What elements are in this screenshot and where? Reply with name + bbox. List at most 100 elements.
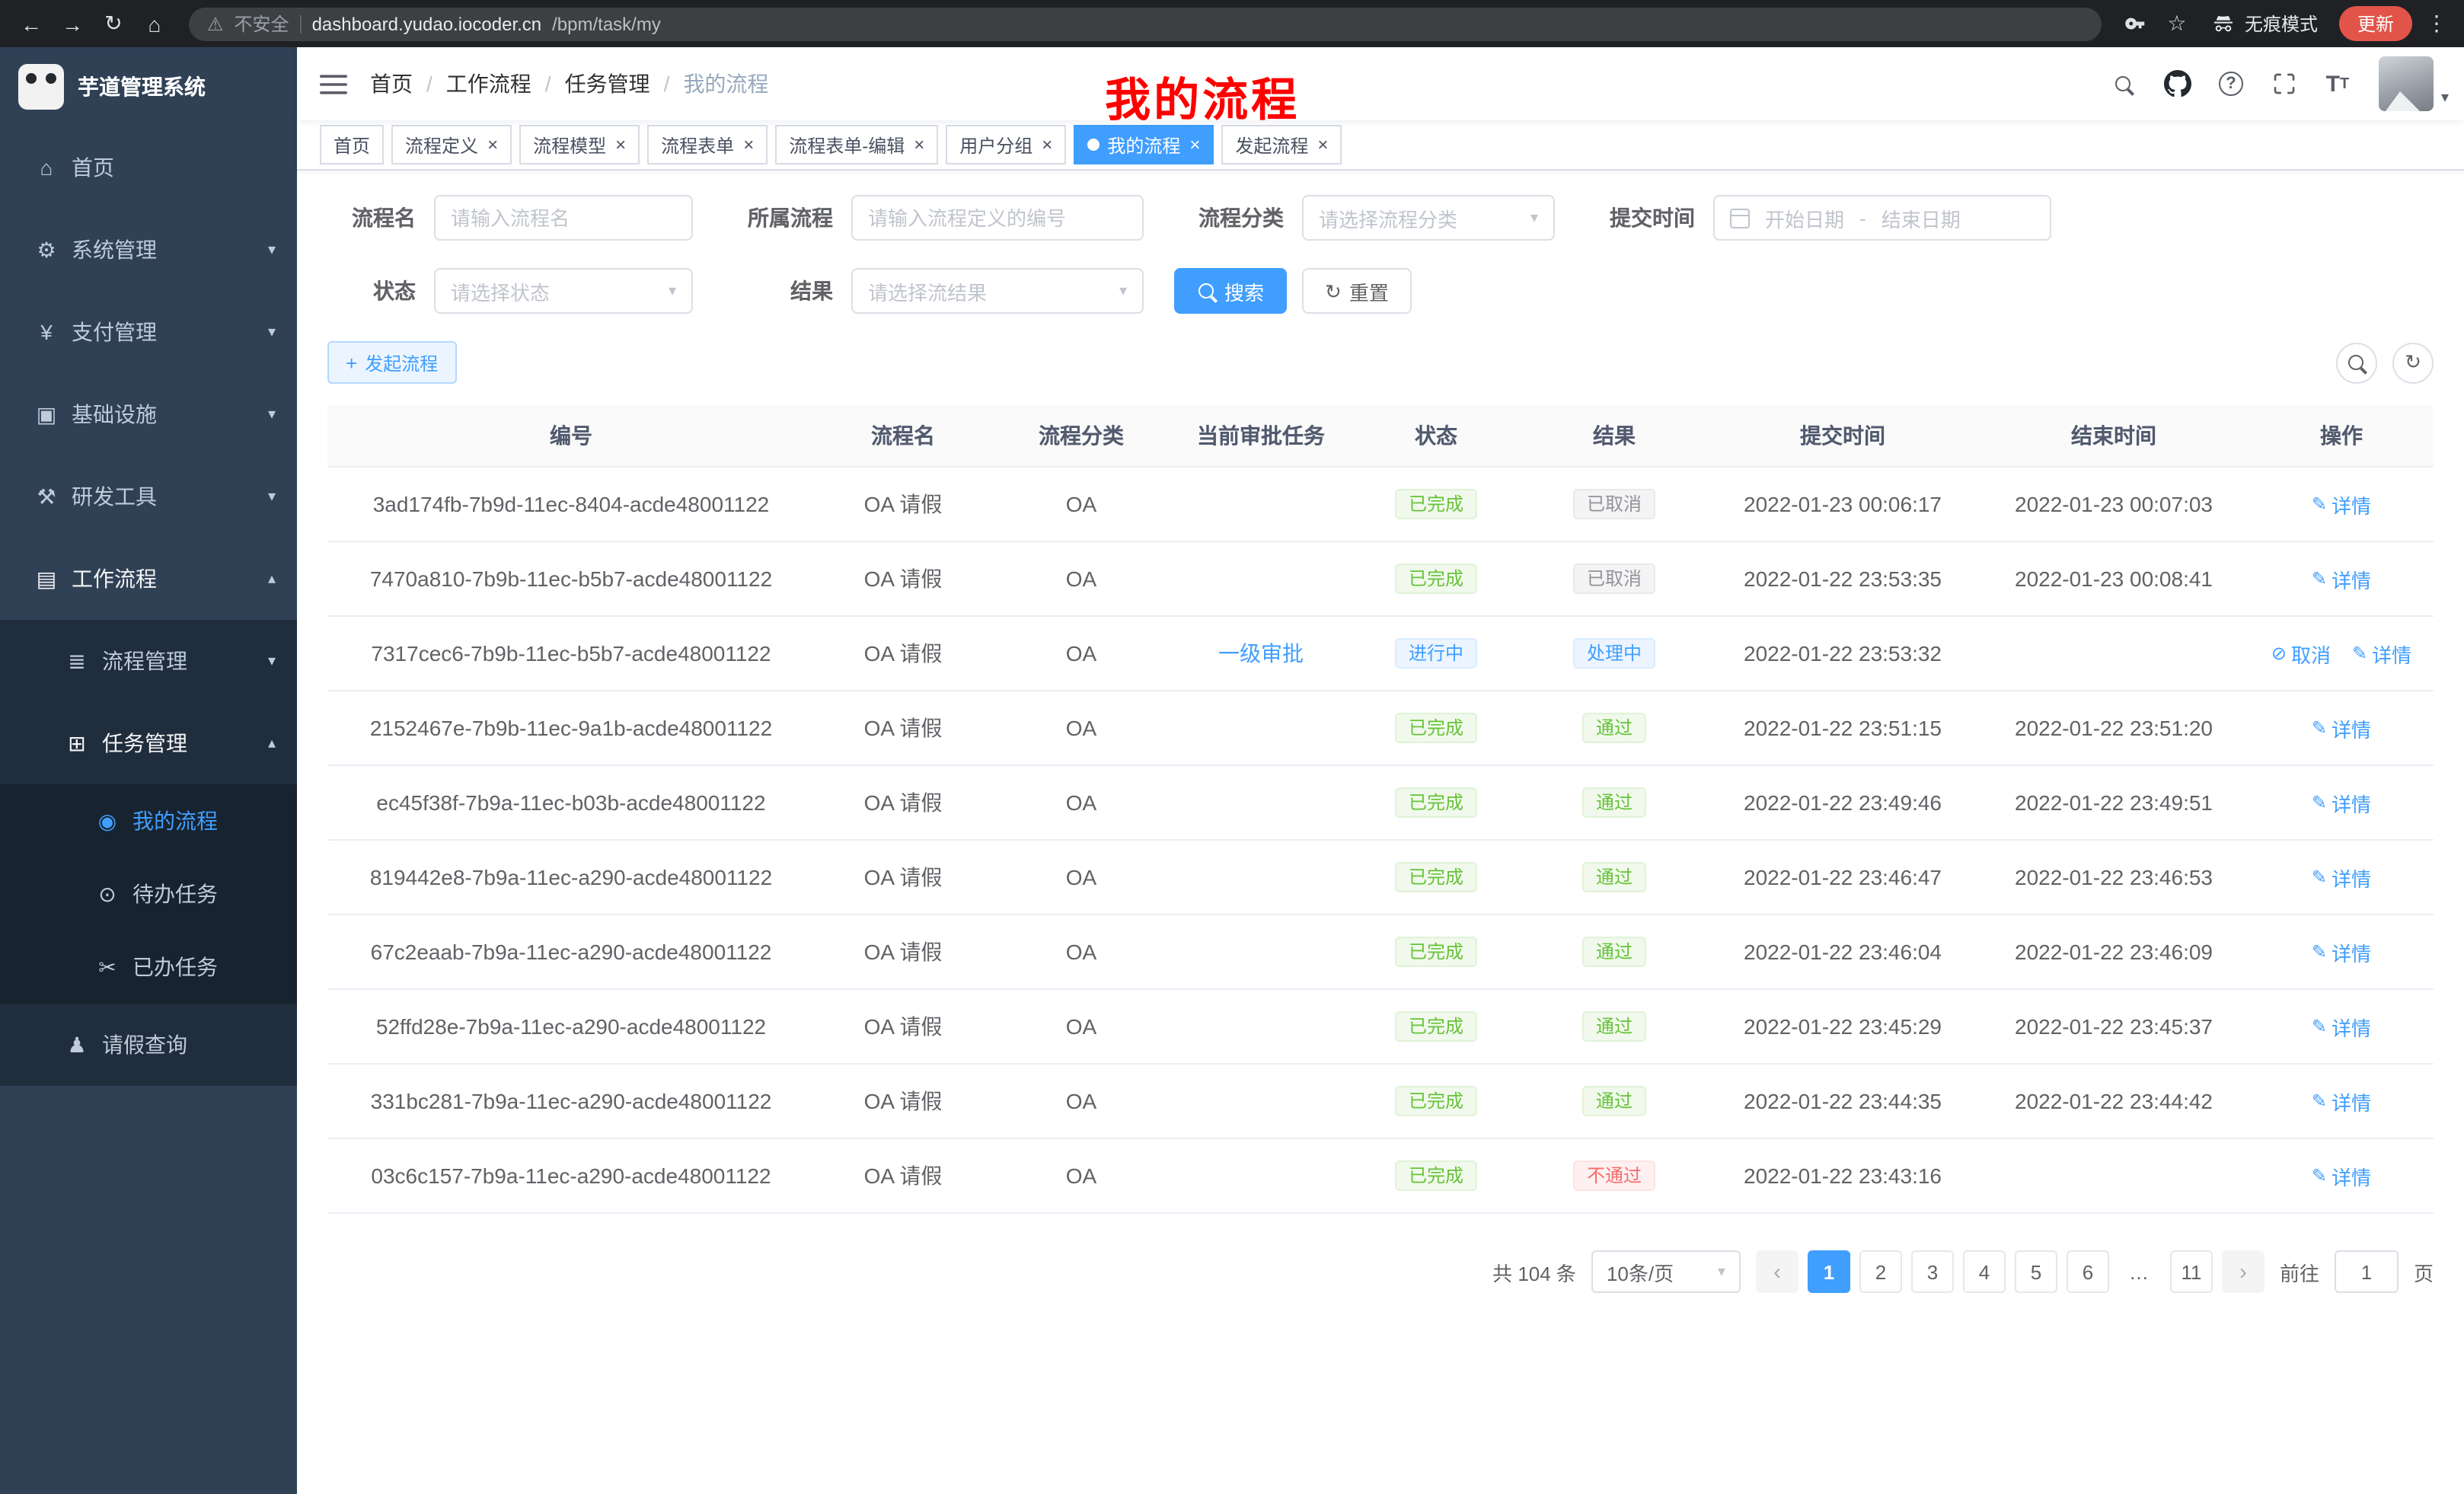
- breadcrumb-item[interactable]: 工作流程: [446, 69, 531, 99]
- detail-button[interactable]: ✎详情: [2312, 1087, 2371, 1116]
- reset-button[interactable]: ↻ 重置: [1302, 268, 1412, 314]
- chevron-down-icon: ▾: [669, 283, 676, 299]
- page-jump-input[interactable]: [2335, 1250, 2399, 1293]
- page-button-3[interactable]: 3: [1911, 1250, 1954, 1293]
- bookmark-star-icon[interactable]: ☆: [2158, 5, 2196, 43]
- sidebar-item-payment-management[interactable]: ¥支付管理▾: [0, 291, 297, 373]
- password-key-icon[interactable]: [2117, 5, 2155, 43]
- refresh-table-button[interactable]: ↻: [2392, 342, 2434, 383]
- home-icon: ⌂: [34, 155, 59, 180]
- detail-button[interactable]: ✎详情: [2312, 788, 2371, 817]
- browser-home-button[interactable]: ⌂: [136, 5, 174, 43]
- tab-process-form-edit[interactable]: 流程表单-编辑×: [775, 125, 938, 164]
- detail-button[interactable]: ✎详情: [2352, 639, 2411, 668]
- process-name-label: 流程名: [327, 203, 434, 233]
- close-icon[interactable]: ×: [487, 136, 498, 154]
- breadcrumb-item[interactable]: 任务管理: [565, 69, 650, 99]
- search-button[interactable]: 搜索: [1174, 268, 1287, 314]
- tab-home[interactable]: 首页: [320, 125, 384, 164]
- detail-label: 详情: [2332, 788, 2371, 817]
- browser-forward-button[interactable]: →: [53, 5, 91, 43]
- cell-category: OA: [991, 541, 1171, 616]
- tab-process-definition[interactable]: 流程定义×: [391, 125, 512, 164]
- sidebar-item-done-tasks[interactable]: ✂已办任务: [0, 931, 297, 1004]
- sidebar-item-dev-tools[interactable]: ⚒研发工具▾: [0, 455, 297, 538]
- tab-start-process[interactable]: 发起流程×: [1221, 125, 1342, 164]
- close-icon[interactable]: ×: [1189, 136, 1200, 154]
- submit-time-range-picker[interactable]: 开始日期 - 结束日期: [1713, 195, 2051, 241]
- incognito-badge: 无痕模式: [2199, 11, 2330, 37]
- sidebar-item-label: 请假查询: [102, 1030, 187, 1060]
- sidebar-item-infrastructure[interactable]: ▣基础设施▾: [0, 373, 297, 455]
- sidebar-item-home[interactable]: ⌂首页: [0, 126, 297, 209]
- address-bar[interactable]: ⚠ 不安全 dashboard.yudao.iocoder.cn /bpm/ta…: [189, 7, 2102, 40]
- fullscreen-icon[interactable]: [2263, 62, 2306, 105]
- hamburger-icon[interactable]: [297, 72, 370, 95]
- detail-button[interactable]: ✎详情: [2312, 937, 2371, 966]
- sidebar-item-todo-tasks[interactable]: ⊙待办任务: [0, 857, 297, 931]
- tab-my-process[interactable]: 我的流程×: [1074, 125, 1214, 164]
- current-task-link[interactable]: 一级审批: [1218, 641, 1304, 666]
- tab-process-model[interactable]: 流程模型×: [519, 125, 640, 164]
- chevron-up-icon: ▴: [268, 570, 276, 587]
- tab-process-form[interactable]: 流程表单×: [647, 125, 768, 164]
- sidebar-item-system-management[interactable]: ⚙系统管理▾: [0, 209, 297, 291]
- page-button-2[interactable]: 2: [1859, 1250, 1902, 1293]
- toggle-search-button[interactable]: [2336, 342, 2377, 383]
- create-process-button[interactable]: + 发起流程: [327, 341, 456, 384]
- help-icon[interactable]: ?: [2210, 62, 2252, 105]
- search-icon[interactable]: [2103, 62, 2146, 105]
- gear-icon: ⚙: [34, 237, 59, 263]
- cell-current-task: 一级审批: [1171, 616, 1351, 691]
- browser-reload-button[interactable]: ↻: [94, 5, 132, 43]
- detail-button[interactable]: ✎详情: [2312, 1161, 2371, 1190]
- user-menu[interactable]: ▾: [2379, 56, 2449, 111]
- status-badge: 已完成: [1395, 713, 1477, 743]
- detail-button[interactable]: ✎详情: [2312, 713, 2371, 742]
- detail-button[interactable]: ✎详情: [2312, 490, 2371, 519]
- browser-update-button[interactable]: 更新: [2339, 6, 2412, 41]
- browser-back-button[interactable]: ←: [12, 5, 50, 43]
- result-label: 结果: [723, 276, 851, 306]
- prev-page-button[interactable]: ‹: [1756, 1250, 1799, 1293]
- logo[interactable]: 芋道管理系统: [0, 47, 297, 126]
- detail-button[interactable]: ✎详情: [2312, 564, 2371, 593]
- page-button-1[interactable]: 1: [1808, 1250, 1850, 1293]
- page-button-6[interactable]: 6: [2067, 1250, 2109, 1293]
- annotation-overlay: 我的流程: [1105, 62, 1300, 129]
- close-icon[interactable]: ×: [1042, 136, 1052, 154]
- detail-button[interactable]: ✎详情: [2312, 863, 2371, 892]
- status-badge: 已完成: [1395, 787, 1477, 818]
- sidebar-item-workflow[interactable]: ▤工作流程▴: [0, 538, 297, 620]
- page-button-11[interactable]: 11: [2170, 1250, 2213, 1293]
- process-name-input[interactable]: [434, 195, 693, 241]
- detail-button[interactable]: ✎详情: [2312, 1012, 2371, 1041]
- sidebar-item-task-management[interactable]: ⊞任务管理▴: [0, 702, 297, 784]
- sidebar-item-process-management[interactable]: ≣流程管理▾: [0, 620, 297, 702]
- table-row: 819442e8-7b9a-11ec-a290-acde48001122OA 请…: [327, 840, 2434, 915]
- sidebar-item-my-process[interactable]: ◉我的流程: [0, 784, 297, 857]
- category-select[interactable]: 请选择流程分类 ▾: [1302, 195, 1555, 241]
- process-definition-input[interactable]: [851, 195, 1144, 241]
- page-button-5[interactable]: 5: [2015, 1250, 2057, 1293]
- page-button-4[interactable]: 4: [1963, 1250, 2006, 1293]
- cell-result: 已取消: [1521, 541, 1707, 616]
- cell-category: OA: [991, 616, 1171, 691]
- close-icon[interactable]: ×: [1317, 136, 1328, 154]
- browser-menu-icon[interactable]: ⋮: [2421, 11, 2452, 37]
- result-select[interactable]: 请选择流结果 ▾: [851, 268, 1144, 314]
- pager-ellipsis[interactable]: …: [2118, 1250, 2161, 1293]
- page-size-select[interactable]: 10条/页 ▾: [1591, 1250, 1741, 1293]
- github-icon[interactable]: [2156, 62, 2199, 105]
- cancel-button[interactable]: ⊘取消: [2271, 639, 2331, 668]
- status-select[interactable]: 请选择状态 ▾: [434, 268, 693, 314]
- close-icon[interactable]: ×: [743, 136, 754, 154]
- breadcrumb-item[interactable]: 首页: [370, 69, 413, 99]
- font-size-icon[interactable]: TT: [2316, 62, 2359, 105]
- close-icon[interactable]: ×: [615, 136, 626, 154]
- table-row: 7317cec6-7b9b-11ec-b5b7-acde48001122OA 请…: [327, 616, 2434, 691]
- next-page-button[interactable]: ›: [2222, 1250, 2265, 1293]
- tab-user-group[interactable]: 用户分组×: [946, 125, 1066, 164]
- close-icon[interactable]: ×: [914, 136, 924, 154]
- sidebar-item-leave-query[interactable]: ♟请假查询: [0, 1004, 297, 1086]
